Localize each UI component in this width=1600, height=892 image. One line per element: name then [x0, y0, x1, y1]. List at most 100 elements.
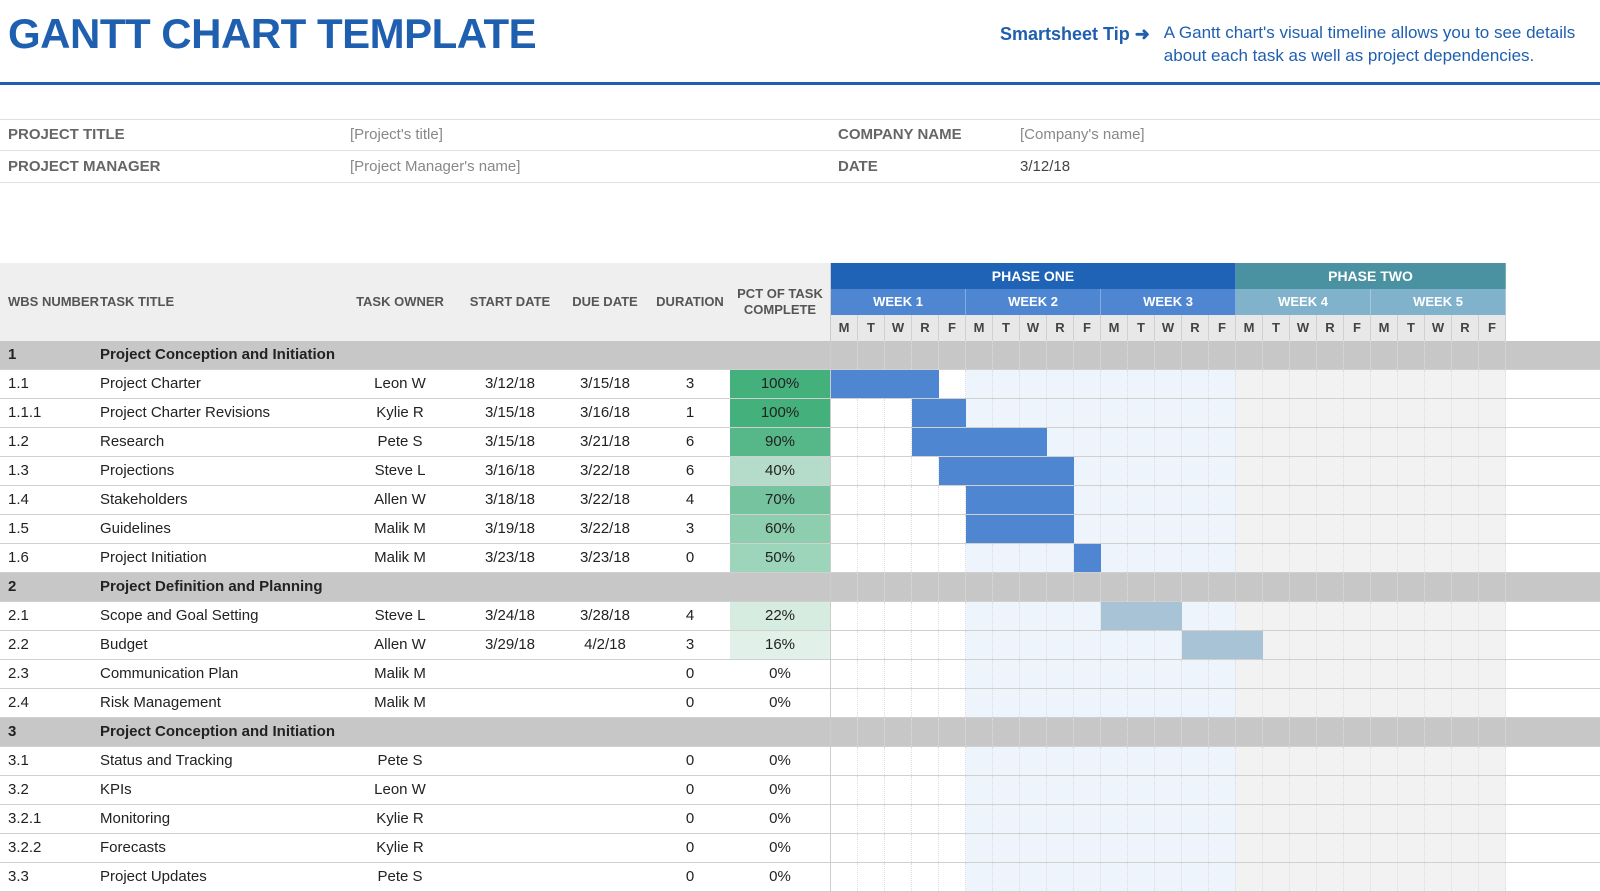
task-row[interactable]: 3.2.2ForecastsKylie R00%: [0, 834, 830, 863]
gantt-cell[interactable]: [1128, 428, 1155, 456]
gantt-cell[interactable]: [1047, 573, 1074, 601]
gantt-cell[interactable]: [966, 834, 993, 862]
gantt-cell[interactable]: [1263, 341, 1290, 369]
cell-pct[interactable]: [730, 573, 830, 601]
gantt-cell[interactable]: [939, 486, 966, 514]
gantt-cell[interactable]: [831, 457, 858, 485]
cell-pct[interactable]: 40%: [730, 457, 830, 485]
gantt-cell[interactable]: [1020, 457, 1047, 485]
gantt-cell[interactable]: [831, 341, 858, 369]
cell-pct[interactable]: [730, 718, 830, 746]
gantt-cell[interactable]: [831, 776, 858, 804]
gantt-cell[interactable]: [1047, 689, 1074, 717]
gantt-cell[interactable]: [1047, 341, 1074, 369]
gantt-cell[interactable]: [993, 863, 1020, 891]
gantt-cell[interactable]: [1479, 544, 1506, 572]
cell-due[interactable]: 3/23/18: [560, 549, 650, 566]
gantt-cell[interactable]: [1155, 631, 1182, 659]
gantt-cell[interactable]: [1128, 776, 1155, 804]
gantt-cell[interactable]: [1398, 515, 1425, 543]
task-row[interactable]: 1.3ProjectionsSteve L3/16/183/22/18640%: [0, 457, 830, 486]
cell-title[interactable]: Research: [100, 433, 340, 450]
gantt-cell[interactable]: [1155, 834, 1182, 862]
gantt-cell[interactable]: [1047, 747, 1074, 775]
cell-start[interactable]: 3/24/18: [460, 607, 560, 624]
gantt-cell[interactable]: [885, 805, 912, 833]
cell-owner[interactable]: Leon W: [340, 375, 460, 392]
gantt-cell[interactable]: [912, 863, 939, 891]
cell-start[interactable]: 3/15/18: [460, 404, 560, 421]
gantt-cell[interactable]: [912, 486, 939, 514]
gantt-cell[interactable]: [1128, 863, 1155, 891]
gantt-cell[interactable]: [1398, 457, 1425, 485]
gantt-cell[interactable]: [966, 573, 993, 601]
cell-pct[interactable]: 60%: [730, 515, 830, 543]
cell-pct[interactable]: 100%: [730, 399, 830, 427]
gantt-cell[interactable]: [1452, 689, 1479, 717]
gantt-cell[interactable]: [939, 341, 966, 369]
cell-duration[interactable]: 0: [650, 694, 730, 711]
gantt-cell[interactable]: [1452, 834, 1479, 862]
gantt-cell[interactable]: [1398, 602, 1425, 630]
cell-title[interactable]: Guidelines: [100, 520, 340, 537]
gantt-cell[interactable]: [939, 370, 966, 398]
gantt-cell[interactable]: [1452, 573, 1479, 601]
gantt-cell[interactable]: [1182, 776, 1209, 804]
gantt-cell[interactable]: [1047, 776, 1074, 804]
cell-duration[interactable]: 0: [650, 868, 730, 885]
gantt-cell[interactable]: [1263, 805, 1290, 833]
gantt-cell[interactable]: [885, 370, 912, 398]
gantt-cell[interactable]: [1074, 399, 1101, 427]
gantt-cell[interactable]: [1344, 718, 1371, 746]
gantt-cell[interactable]: [939, 515, 966, 543]
gantt-cell[interactable]: [1425, 747, 1452, 775]
gantt-cell[interactable]: [1290, 776, 1317, 804]
gantt-cell[interactable]: [993, 573, 1020, 601]
gantt-cell[interactable]: [1263, 544, 1290, 572]
gantt-cell[interactable]: [1371, 370, 1398, 398]
gantt-cell[interactable]: [1101, 544, 1128, 572]
gantt-cell[interactable]: [1101, 776, 1128, 804]
gantt-cell[interactable]: [1317, 863, 1344, 891]
cell-owner[interactable]: Malik M: [340, 665, 460, 682]
gantt-cell[interactable]: [858, 370, 885, 398]
gantt-cell[interactable]: [1020, 602, 1047, 630]
gantt-cell[interactable]: [1344, 631, 1371, 659]
gantt-cell[interactable]: [1155, 370, 1182, 398]
gantt-cell[interactable]: [1074, 544, 1101, 572]
gantt-cell[interactable]: [993, 399, 1020, 427]
gantt-cell[interactable]: [1155, 660, 1182, 688]
gantt-cell[interactable]: [1155, 776, 1182, 804]
gantt-cell[interactable]: [885, 631, 912, 659]
gantt-cell[interactable]: [912, 631, 939, 659]
cell-duration[interactable]: 4: [650, 491, 730, 508]
gantt-cell[interactable]: [858, 457, 885, 485]
gantt-cell[interactable]: [1290, 573, 1317, 601]
gantt-cell[interactable]: [1209, 863, 1236, 891]
gantt-cell[interactable]: [1425, 341, 1452, 369]
cell-pct[interactable]: 90%: [730, 428, 830, 456]
cell-start[interactable]: 3/29/18: [460, 636, 560, 653]
task-row[interactable]: 2.1Scope and Goal SettingSteve L3/24/183…: [0, 602, 830, 631]
cell-due[interactable]: 3/22/18: [560, 462, 650, 479]
gantt-cell[interactable]: [1452, 863, 1479, 891]
gantt-cell[interactable]: [1452, 341, 1479, 369]
gantt-cell[interactable]: [1290, 515, 1317, 543]
gantt-cell[interactable]: [993, 457, 1020, 485]
gantt-cell[interactable]: [1209, 631, 1236, 659]
gantt-cell[interactable]: [1263, 486, 1290, 514]
gantt-cell[interactable]: [1155, 805, 1182, 833]
cell-start[interactable]: 3/18/18: [460, 491, 560, 508]
cell-title[interactable]: Monitoring: [100, 810, 340, 827]
meta-value[interactable]: [Project's title]: [350, 126, 443, 143]
gantt-cell[interactable]: [885, 863, 912, 891]
gantt-cell[interactable]: [1074, 718, 1101, 746]
gantt-cell[interactable]: [1290, 602, 1317, 630]
gantt-cell[interactable]: [1398, 834, 1425, 862]
gantt-cell[interactable]: [1236, 718, 1263, 746]
gantt-cell[interactable]: [1047, 544, 1074, 572]
gantt-cell[interactable]: [831, 747, 858, 775]
gantt-cell[interactable]: [993, 370, 1020, 398]
gantt-cell[interactable]: [1182, 486, 1209, 514]
cell-duration[interactable]: 3: [650, 375, 730, 392]
